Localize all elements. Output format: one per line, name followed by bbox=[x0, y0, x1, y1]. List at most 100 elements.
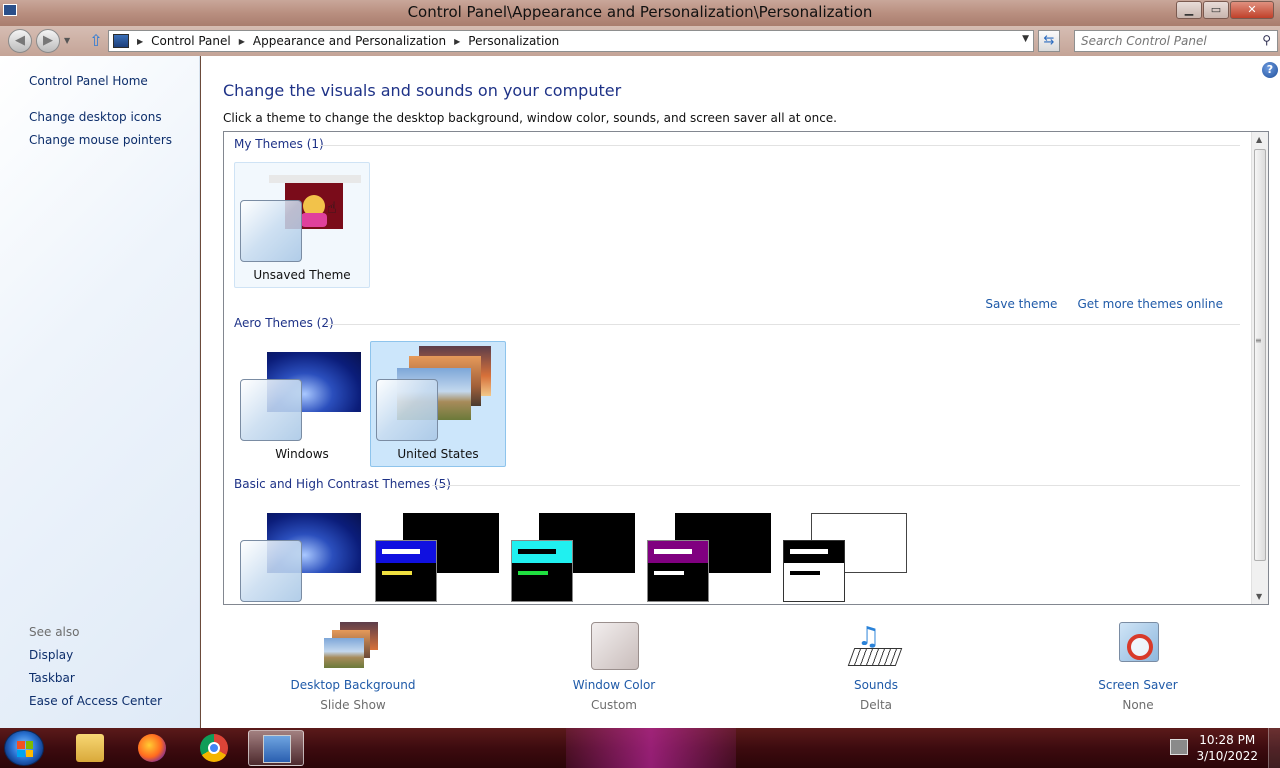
window-color-item[interactable]: Window Color Custom bbox=[534, 622, 694, 712]
screen-saver-icon bbox=[1109, 622, 1167, 672]
divider bbox=[326, 323, 1240, 325]
search-input[interactable] bbox=[1075, 31, 1255, 51]
breadcrumb-personalization[interactable]: Personalization bbox=[468, 34, 559, 48]
window-title-text bbox=[790, 549, 828, 554]
chevron-right-icon[interactable]: ▶ bbox=[239, 37, 245, 46]
breadcrumb-control-panel[interactable]: Control Panel bbox=[151, 34, 231, 48]
display-link[interactable]: Display bbox=[29, 648, 73, 662]
desktop-background-link[interactable]: Desktop Background bbox=[273, 678, 433, 692]
window-title-text bbox=[382, 549, 420, 554]
scroll-up-icon[interactable]: ▲ bbox=[1256, 135, 1262, 144]
sidebar: Control Panel Home Change desktop icons … bbox=[0, 56, 200, 728]
search-icon[interactable]: ⚲ bbox=[1262, 33, 1271, 47]
scrollbar-grip-icon: ≡ bbox=[1255, 336, 1262, 345]
page-title: Change the visuals and sounds on your co… bbox=[223, 81, 622, 100]
theme-high-contrast-2[interactable] bbox=[506, 502, 642, 604]
window-glass-preview bbox=[376, 379, 438, 441]
vertical-scrollbar[interactable]: ▲ ≡ ▼ bbox=[1251, 132, 1268, 604]
scrollbar-thumb[interactable] bbox=[1254, 149, 1266, 561]
theme-united-states[interactable]: United States bbox=[370, 341, 506, 467]
show-desktop-button[interactable] bbox=[1268, 728, 1280, 768]
my-themes-title: My Themes (1) bbox=[234, 137, 324, 151]
network-icon[interactable] bbox=[1170, 739, 1188, 755]
high-contrast-window-preview bbox=[375, 540, 437, 602]
window-title-text bbox=[518, 549, 556, 554]
window-body-text bbox=[790, 571, 820, 575]
window-title: Control Panel\Appearance and Personaliza… bbox=[407, 3, 873, 21]
change-desktop-icons-link[interactable]: Change desktop icons bbox=[29, 110, 162, 124]
desktop-background-icon bbox=[324, 622, 382, 672]
no-symbol-icon bbox=[1127, 634, 1153, 660]
screen-saver-value: None bbox=[1122, 698, 1154, 712]
help-icon[interactable]: ? bbox=[1262, 62, 1278, 78]
system-clock[interactable]: 10:28 PM 3/10/2022 bbox=[1196, 732, 1258, 764]
refresh-button[interactable]: ⇆ bbox=[1038, 30, 1060, 52]
chevron-right-icon[interactable]: ▶ bbox=[454, 37, 460, 46]
theme-windows[interactable]: Windows bbox=[234, 341, 370, 467]
window-title-text bbox=[654, 549, 692, 554]
desktop-background-item[interactable]: Desktop Background Slide Show bbox=[273, 622, 433, 712]
taskbar-file-explorer[interactable] bbox=[62, 730, 118, 766]
window-glass-preview bbox=[240, 379, 302, 441]
taskbar-link[interactable]: Taskbar bbox=[29, 671, 75, 685]
clock-date: 3/10/2022 bbox=[1196, 749, 1258, 763]
screen-saver-link[interactable]: Screen Saver bbox=[1058, 678, 1218, 692]
window-color-link[interactable]: Window Color bbox=[534, 678, 694, 692]
control-panel-home-link[interactable]: Control Panel Home bbox=[29, 74, 148, 88]
maximize-button[interactable]: ▭ bbox=[1203, 1, 1229, 19]
taskbar-firefox[interactable] bbox=[124, 730, 180, 766]
change-mouse-pointers-link[interactable]: Change mouse pointers bbox=[29, 133, 172, 147]
cartoon-shirt bbox=[301, 213, 327, 227]
save-theme-link[interactable]: Save theme bbox=[985, 297, 1057, 311]
page-description: Click a theme to change the desktop back… bbox=[223, 111, 837, 125]
photo-stack-front bbox=[324, 638, 364, 668]
ease-of-access-link[interactable]: Ease of Access Center bbox=[29, 694, 162, 708]
theme-high-contrast-white[interactable] bbox=[778, 502, 914, 604]
forward-button[interactable]: ▶ bbox=[36, 29, 60, 53]
divider bbox=[320, 144, 1240, 146]
theme-high-contrast-black[interactable] bbox=[642, 502, 778, 604]
theme-label: Unsaved Theme bbox=[253, 268, 351, 282]
close-button[interactable]: ✕ bbox=[1230, 1, 1274, 19]
sounds-item[interactable]: ♫ Sounds Delta bbox=[796, 622, 956, 712]
get-more-themes-link[interactable]: Get more themes online bbox=[1077, 297, 1223, 311]
control-panel-icon bbox=[113, 34, 129, 48]
address-bar[interactable]: ▶ Control Panel ▶ Appearance and Persona… bbox=[108, 30, 1034, 52]
address-dropdown-icon[interactable]: ▼ bbox=[1022, 34, 1029, 44]
theme-preview-bar bbox=[269, 175, 361, 183]
window-body-text bbox=[518, 571, 548, 575]
see-also-label: See also bbox=[29, 625, 80, 639]
high-contrast-window-preview bbox=[511, 540, 573, 602]
window-body-text bbox=[382, 571, 412, 575]
minimize-button[interactable]: ▁ bbox=[1176, 1, 1202, 19]
breadcrumb: ▶ Control Panel ▶ Appearance and Persona… bbox=[129, 34, 559, 48]
desktop-background-value: Slide Show bbox=[320, 698, 386, 712]
scroll-down-icon[interactable]: ▼ bbox=[1256, 592, 1262, 601]
theme-windows-basic[interactable] bbox=[234, 502, 370, 604]
firefox-icon bbox=[138, 734, 166, 762]
chevron-right-icon[interactable]: ▶ bbox=[137, 37, 143, 46]
window-color-value: Custom bbox=[591, 698, 637, 712]
theme-high-contrast-1[interactable] bbox=[370, 502, 506, 604]
recent-pages-dropdown-icon[interactable]: ▼ bbox=[64, 36, 70, 45]
taskbar-control-panel[interactable] bbox=[248, 730, 304, 766]
main-content: ? Change the visuals and sounds on your … bbox=[201, 56, 1280, 728]
sounds-icon: ♫ bbox=[847, 622, 905, 672]
search-box[interactable]: ⚲ bbox=[1074, 30, 1278, 52]
aero-themes-header: Aero Themes (2) bbox=[234, 316, 334, 330]
screen-saver-item[interactable]: Screen Saver None bbox=[1058, 622, 1218, 712]
taskbar-chrome[interactable] bbox=[186, 730, 242, 766]
start-button[interactable] bbox=[4, 730, 44, 766]
clock-time: 10:28 PM bbox=[1199, 733, 1256, 747]
basic-themes-header: Basic and High Contrast Themes (5) bbox=[234, 477, 451, 491]
sounds-link[interactable]: Sounds bbox=[796, 678, 956, 692]
taskbar-glow bbox=[566, 728, 736, 768]
windows-logo-icon bbox=[17, 741, 33, 757]
back-button[interactable]: ◀ bbox=[8, 29, 32, 53]
breadcrumb-appearance[interactable]: Appearance and Personalization bbox=[253, 34, 446, 48]
theme-links: Save theme Get more themes online bbox=[985, 297, 1223, 311]
window-color-icon bbox=[585, 622, 643, 672]
up-arrow-icon[interactable]: ⇧ bbox=[88, 32, 104, 50]
hand-cursor-icon: ☝ bbox=[327, 198, 337, 217]
theme-unsaved[interactable]: ☝ Unsaved Theme bbox=[234, 162, 370, 288]
